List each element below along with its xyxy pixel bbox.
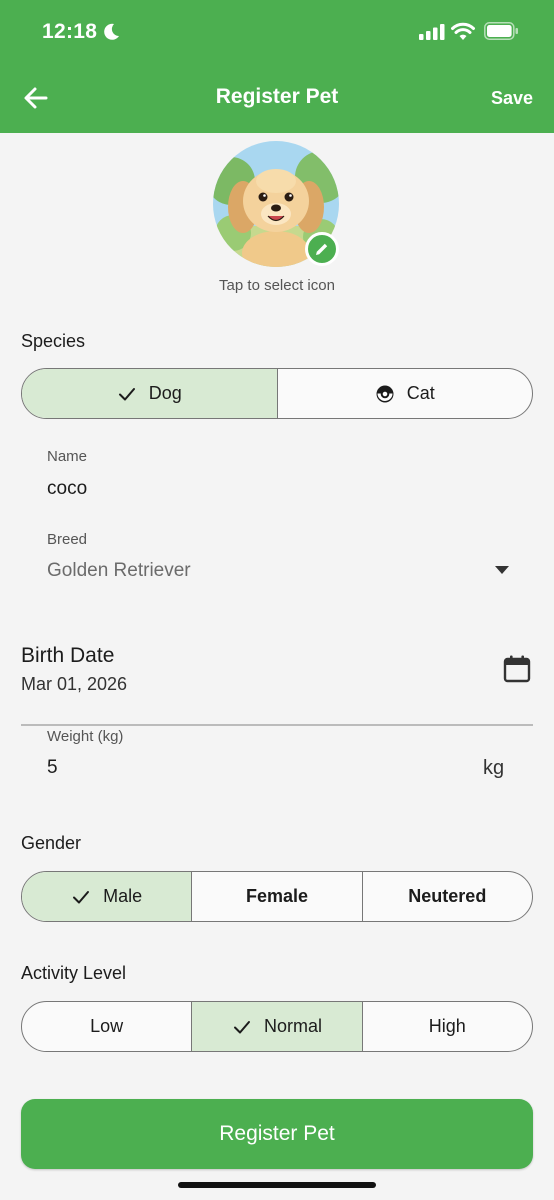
activity-option-label: High bbox=[428, 1016, 466, 1036]
gender-option-label: Female bbox=[245, 886, 309, 906]
activity-option-low[interactable]: Low bbox=[22, 1002, 191, 1051]
avatar-caption: Tap to select icon bbox=[219, 277, 335, 294]
register-pet-button[interactable]: Register Pet bbox=[21, 1099, 533, 1169]
gender-selector: Male Female Neutered bbox=[21, 871, 533, 922]
gender-option-male[interactable]: Male bbox=[22, 872, 192, 921]
status-time: 12:18 bbox=[42, 20, 98, 43]
activity-level-selector: Low Normal High bbox=[21, 1001, 533, 1052]
species-label: Species bbox=[21, 331, 86, 351]
page-title: Register Pet bbox=[215, 85, 339, 108]
cat-icon bbox=[376, 385, 394, 402]
species-option-label: Cat bbox=[406, 383, 435, 403]
species-option-label: Dog bbox=[148, 383, 182, 403]
weight-input[interactable]: 5 bbox=[47, 757, 58, 779]
gender-option-label: Male bbox=[103, 886, 143, 906]
cellular-signal-icon bbox=[419, 24, 445, 40]
gender-option-label: Neutered bbox=[408, 886, 487, 906]
activity-option-high[interactable]: High bbox=[361, 1002, 532, 1051]
breed-label: Breed bbox=[47, 531, 88, 548]
battery-icon bbox=[484, 22, 518, 40]
edit-avatar-button[interactable] bbox=[305, 232, 339, 266]
home-indicator[interactable] bbox=[178, 1182, 376, 1188]
birth-date-value[interactable]: Mar 01, 2026 bbox=[21, 674, 127, 695]
save-button[interactable]: Save bbox=[491, 88, 533, 109]
weight-unit: kg bbox=[483, 757, 505, 779]
breed-select[interactable]: Golden Retriever bbox=[47, 560, 191, 582]
moon-icon bbox=[104, 23, 119, 40]
gender-option-neutered[interactable]: Neutered bbox=[361, 872, 532, 921]
name-input[interactable]: coco bbox=[47, 478, 87, 500]
activity-option-normal[interactable]: Normal bbox=[191, 1002, 362, 1051]
birth-date-label: Birth Date bbox=[21, 644, 115, 667]
gender-label: Gender bbox=[21, 833, 82, 853]
check-icon bbox=[233, 1020, 250, 1033]
dropdown-arrow-icon[interactable] bbox=[495, 566, 509, 574]
check-icon bbox=[118, 387, 135, 400]
activity-level-label: Activity Level bbox=[21, 963, 127, 983]
status-bar: 12:18 bbox=[0, 18, 554, 48]
divider bbox=[21, 724, 533, 726]
species-option-dog[interactable]: Dog bbox=[22, 369, 277, 418]
calendar-icon[interactable] bbox=[502, 654, 532, 684]
pet-avatar-picker[interactable] bbox=[213, 141, 339, 267]
pencil-icon bbox=[316, 243, 328, 255]
species-selector: Dog Cat bbox=[21, 368, 533, 419]
weight-label: Weight (kg) bbox=[47, 728, 124, 745]
gender-option-female[interactable]: Female bbox=[191, 872, 361, 921]
app-bar: 12:18 Register Pet Save bbox=[0, 0, 554, 133]
check-icon bbox=[73, 890, 90, 903]
species-option-cat[interactable]: Cat bbox=[276, 369, 533, 418]
wifi-icon bbox=[451, 22, 475, 40]
name-label: Name bbox=[47, 448, 88, 465]
activity-option-label: Low bbox=[90, 1016, 124, 1036]
activity-option-label: Normal bbox=[263, 1016, 322, 1036]
